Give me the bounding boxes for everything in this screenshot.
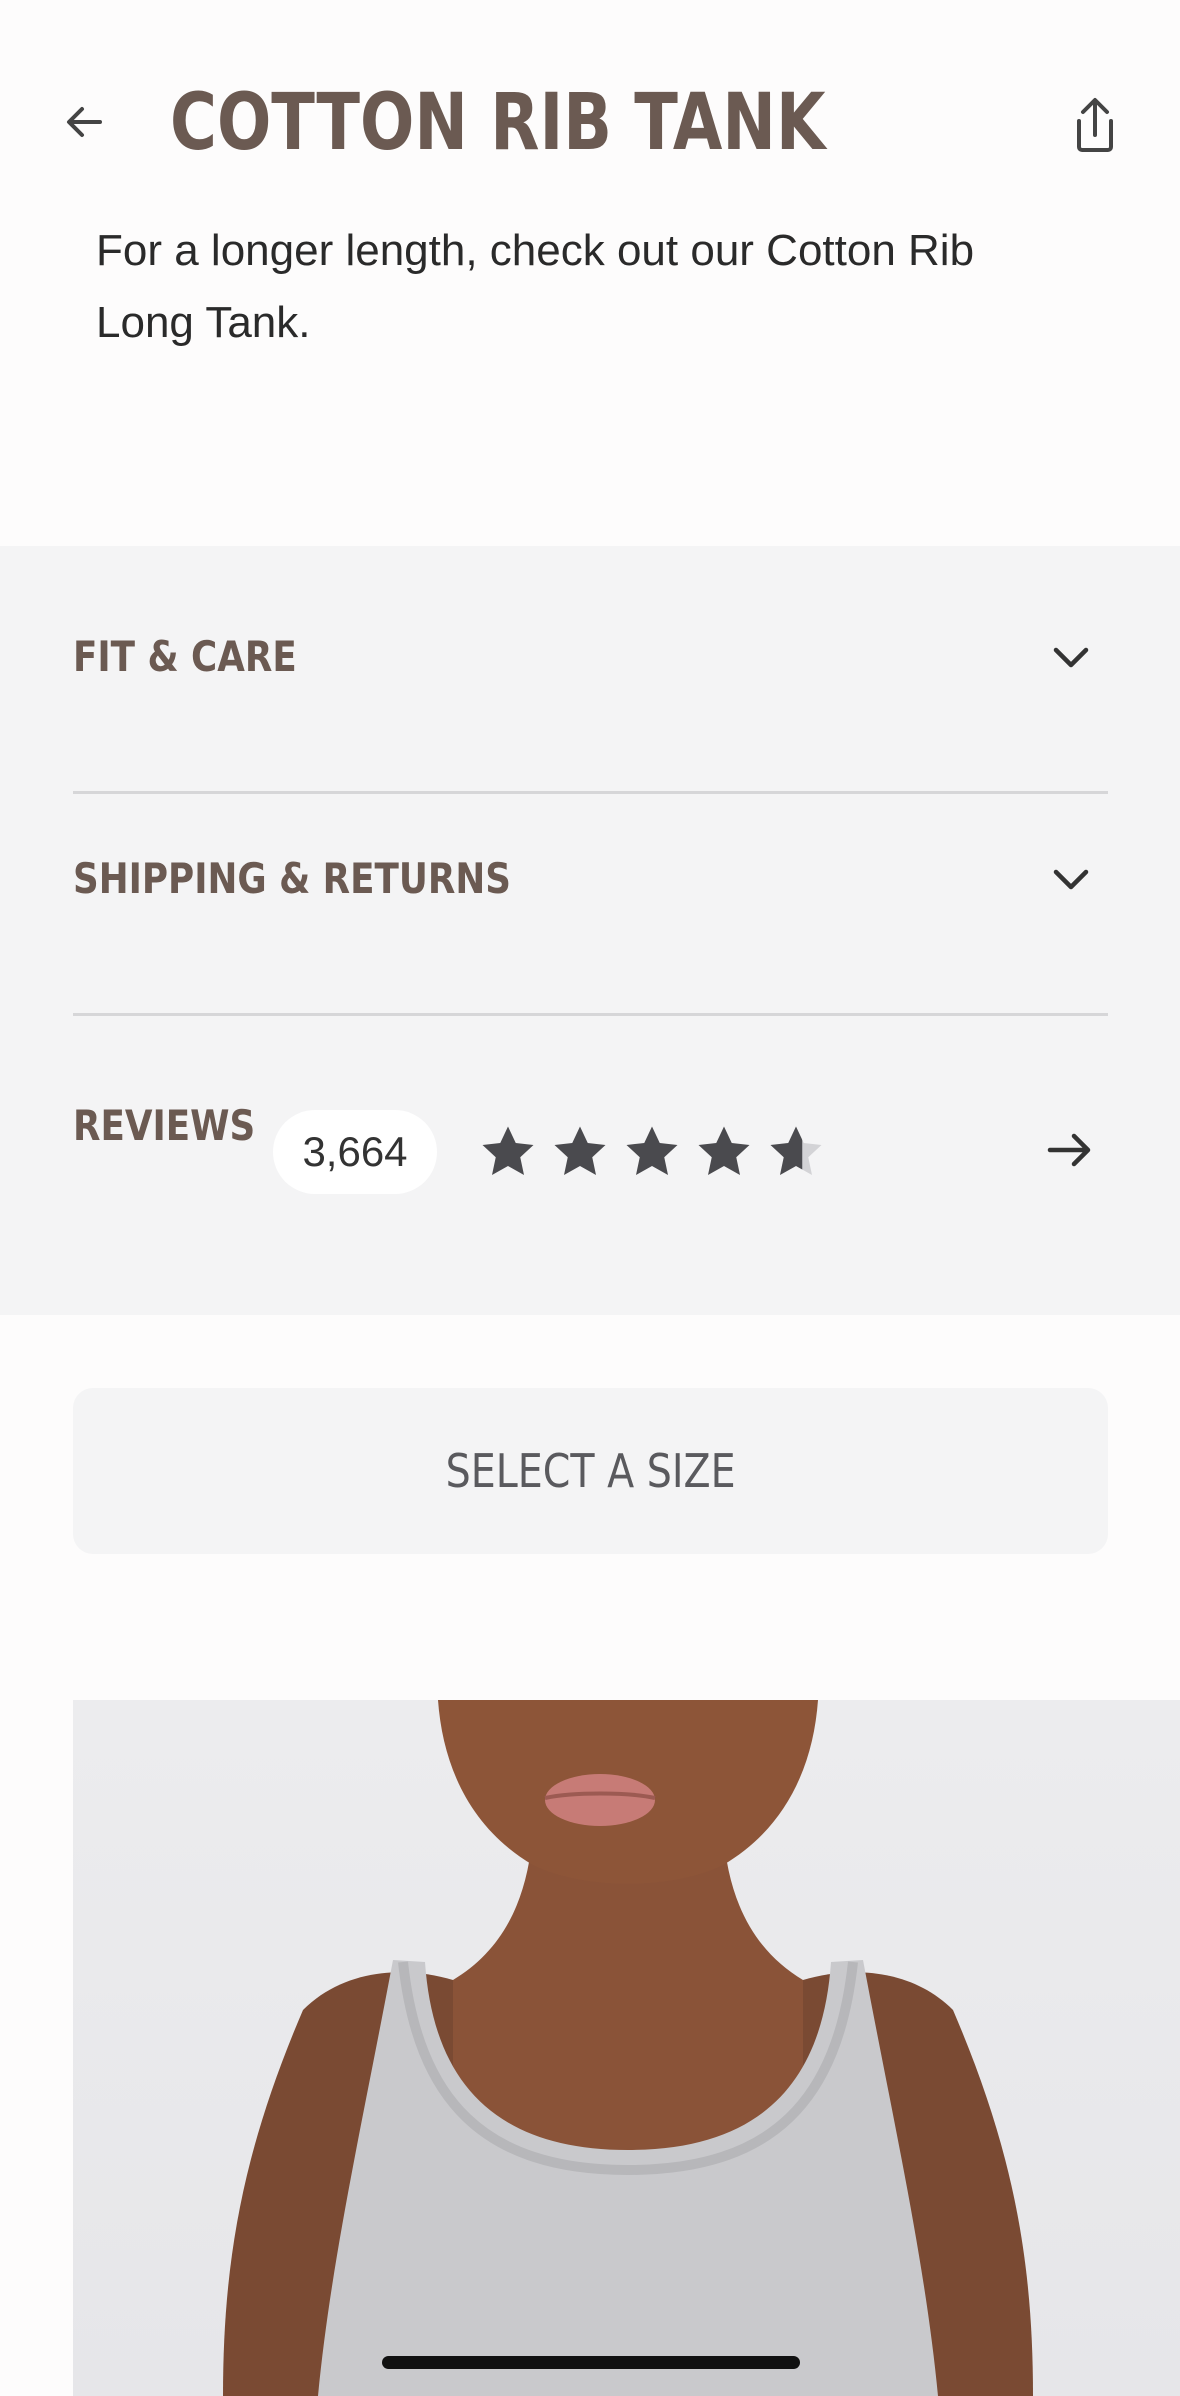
select-size-label: SELECT A SIZE: [445, 1444, 736, 1498]
star-icon: [698, 1126, 750, 1175]
rating-stars: [478, 1122, 826, 1182]
back-button[interactable]: [52, 90, 116, 154]
share-button[interactable]: [1060, 90, 1130, 160]
shipping-returns-label: SHIPPING & RETURNS: [73, 854, 511, 903]
star-icon: [482, 1126, 534, 1175]
star-icon: [554, 1126, 606, 1175]
share-icon: [1077, 98, 1113, 152]
model-illustration: [223, 1700, 1033, 2396]
chevron-down-icon: [1053, 869, 1089, 890]
top-bar: COTTON RIB TANK: [0, 0, 1180, 215]
reviews-label: REVIEWS: [73, 1101, 256, 1150]
star-half-icon: [770, 1126, 822, 1175]
home-indicator: [382, 2356, 800, 2369]
page-title: COTTON RIB TANK: [170, 78, 826, 168]
fit-care-row[interactable]: FIT & CARE: [73, 546, 1108, 768]
arrow-left-icon: [67, 107, 102, 137]
product-description: For a longer length, check out our Cotto…: [96, 226, 975, 347]
fit-care-label: FIT & CARE: [73, 632, 297, 681]
review-count-badge: 3,664: [273, 1110, 437, 1194]
shipping-returns-row[interactable]: SHIPPING & RETURNS: [73, 768, 1108, 990]
product-photo[interactable]: [73, 1700, 1180, 2396]
chevron-down-icon: [1053, 647, 1089, 668]
arrow-right-icon: [1047, 1133, 1091, 1167]
select-size-button[interactable]: SELECT A SIZE: [73, 1388, 1108, 1554]
reviews-row[interactable]: REVIEWS 3,664: [73, 1016, 1108, 1236]
star-icon: [626, 1126, 678, 1175]
details-accordion: FIT & CARE SHIPPING & RETURNS REVIEWS 3,…: [0, 546, 1180, 1315]
